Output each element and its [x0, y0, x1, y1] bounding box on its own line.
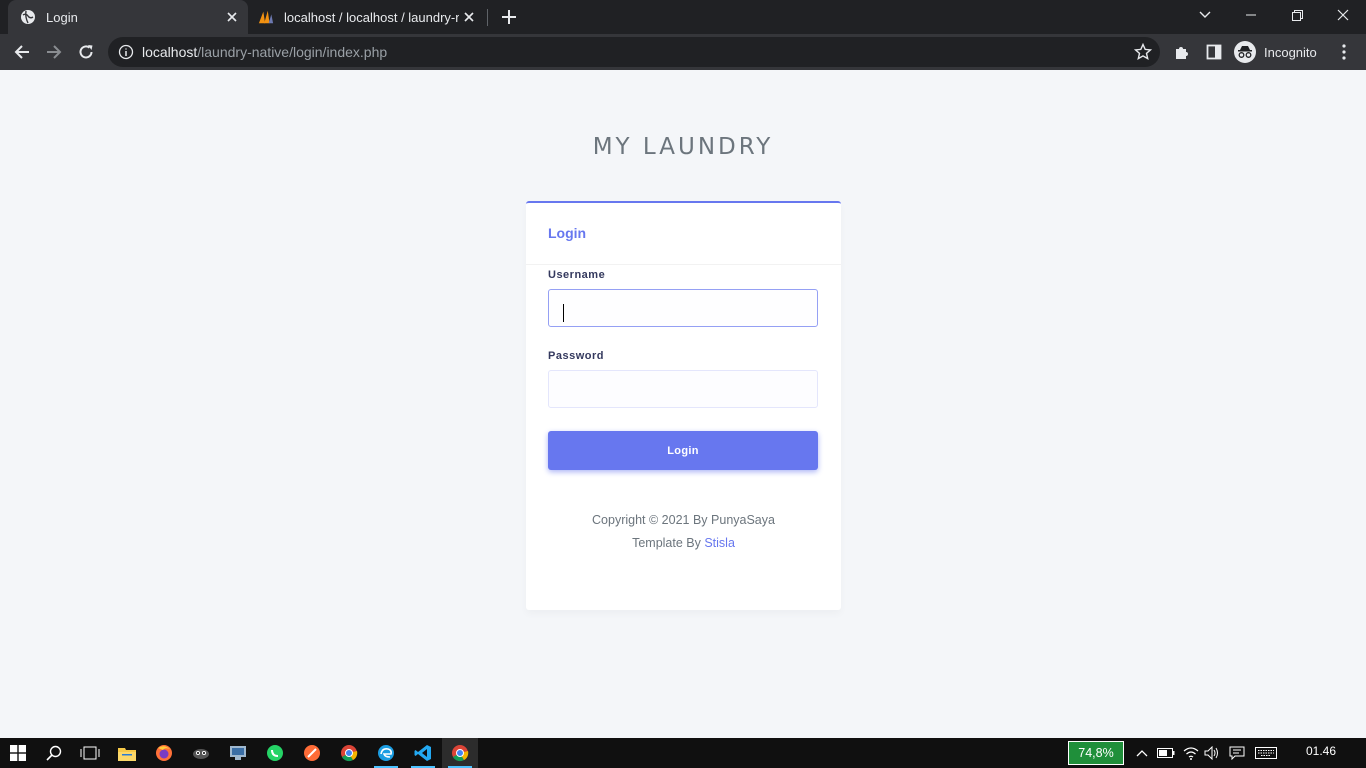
tab-title: Login — [46, 9, 78, 25]
file-explorer-icon[interactable] — [109, 738, 145, 768]
back-arrow-icon[interactable] — [8, 38, 36, 66]
password-input[interactable] — [548, 370, 818, 408]
battery-percentage-badge: 74,8% — [1068, 741, 1124, 765]
brand-title: MY LAUNDRY — [592, 134, 774, 160]
firefox-icon[interactable] — [146, 738, 182, 768]
close-tab-icon[interactable] — [222, 7, 242, 27]
copyright-text: Copyright © 2021 By PunyaSaya — [592, 513, 775, 527]
page-content: MY LAUNDRY Login Username Password Login… — [0, 70, 1366, 738]
keyboard-icon[interactable] — [1254, 744, 1278, 762]
globe-icon — [20, 9, 36, 25]
taskbar-clock[interactable]: 01.46 — [1300, 744, 1342, 758]
task-view-icon[interactable] — [72, 738, 108, 768]
username-input[interactable] — [548, 289, 818, 327]
browser-toolbar: localhost/laundry-native/login/index.php… — [0, 34, 1366, 70]
card-title: Login — [548, 225, 587, 241]
text-caret — [563, 304, 564, 322]
tab-title: localhost / localhost / laundry-na — [284, 9, 459, 25]
browser-menu-icon[interactable] — [1334, 42, 1354, 62]
password-label: Password — [548, 350, 604, 362]
action-center-icon[interactable] — [1228, 744, 1246, 762]
bookmark-star-icon[interactable] — [1134, 43, 1152, 61]
address-bar[interactable]: localhost/laundry-native/login/index.php — [108, 37, 1160, 67]
close-window-icon[interactable] — [1320, 0, 1366, 30]
windows-start-icon[interactable] — [0, 738, 36, 768]
browser-tab-strip: Login localhost / localhost / laundry-na — [0, 0, 1366, 34]
forward-arrow-icon[interactable] — [40, 38, 68, 66]
tab-separator — [487, 9, 488, 26]
side-panel-icon[interactable] — [1204, 42, 1224, 62]
login-card: Login Username Password Login Copyright … — [526, 201, 841, 610]
url-text: localhost/laundry-native/login/index.php — [142, 44, 387, 60]
search-icon[interactable] — [36, 738, 72, 768]
tab-phpmyadmin[interactable]: localhost / localhost / laundry-na — [250, 0, 485, 34]
stisla-link[interactable]: Stisla — [704, 536, 735, 550]
restore-icon[interactable] — [1274, 0, 1320, 30]
card-header: Login — [526, 203, 841, 265]
url-path: /laundry-native/login/index.php — [197, 44, 388, 60]
vscode-icon[interactable] — [405, 738, 441, 768]
template-credit: Template By Stisla — [526, 536, 841, 550]
incognito-profile-button[interactable]: Incognito — [1234, 39, 1317, 65]
battery-icon[interactable] — [1157, 744, 1175, 762]
site-info-icon[interactable] — [118, 44, 134, 60]
login-button[interactable]: Login — [548, 431, 818, 470]
wifi-icon[interactable] — [1182, 744, 1200, 762]
chrome-icon[interactable] — [331, 738, 367, 768]
postman-icon[interactable] — [294, 738, 330, 768]
incognito-icon — [1234, 41, 1256, 63]
extensions-puzzle-icon[interactable] — [1172, 42, 1192, 62]
login-form: Username Password Login — [526, 269, 841, 470]
username-label: Username — [548, 269, 606, 281]
show-hidden-icons-chevron-icon[interactable] — [1133, 744, 1151, 762]
minimize-icon[interactable] — [1228, 0, 1274, 30]
template-prefix: Template By — [632, 536, 705, 550]
chrome-incognito-icon[interactable] — [442, 738, 478, 768]
whatsapp-icon[interactable] — [257, 738, 293, 768]
incognito-label: Incognito — [1264, 44, 1317, 60]
new-tab-plus-icon[interactable] — [498, 6, 520, 28]
network-app-icon[interactable] — [220, 738, 256, 768]
phpmyadmin-icon — [258, 9, 274, 25]
tab-login[interactable]: Login — [8, 0, 248, 34]
url-host: localhost — [142, 44, 198, 60]
volume-icon[interactable] — [1203, 744, 1221, 762]
tab-search-chevron-icon[interactable] — [1182, 0, 1228, 30]
edge-icon[interactable] — [368, 738, 404, 768]
windows-taskbar: 74,8% 01.46 — [0, 738, 1366, 768]
close-tab-icon[interactable] — [459, 7, 479, 27]
app-icon[interactable] — [183, 738, 219, 768]
reload-icon[interactable] — [72, 38, 100, 66]
